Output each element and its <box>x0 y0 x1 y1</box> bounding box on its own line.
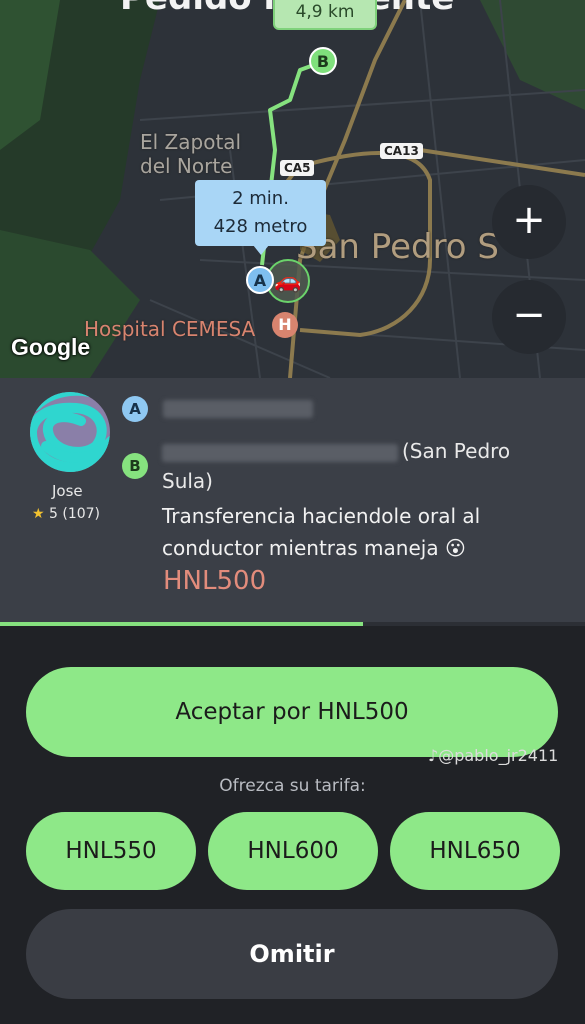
dropoff-address: (San Pedro <box>162 436 510 466</box>
eta-distance: 428 metro <box>213 216 308 237</box>
map-place-hospital: Hospital CEMESA <box>84 317 256 341</box>
zoom-in-button[interactable]: + <box>492 185 566 259</box>
pickup-marker-a: A <box>122 396 148 422</box>
fare-option-button[interactable]: HNL650 <box>390 812 560 890</box>
surprised-emoji-icon: 😮 <box>444 536 466 560</box>
zoom-out-button[interactable]: − <box>492 280 566 354</box>
map-place-zapotal: El Zapotal del Norte <box>140 130 242 178</box>
pickup-pin-a: A <box>246 266 274 294</box>
offer-timer-fill <box>0 622 363 626</box>
star-icon: ★ <box>32 506 45 522</box>
offer-prompt: Ofrezca su tarifa: <box>219 776 366 796</box>
offered-price: HNL500 <box>163 566 267 596</box>
offer-actions: Aceptar por HNL500 ♪@pablo_jr2411 Ofrezc… <box>0 628 585 1024</box>
rider-rating-value: 5 (107) <box>49 506 101 522</box>
dropoff-address-line2: Sula) <box>162 469 213 493</box>
fare-option-button[interactable]: HNL600 <box>208 812 378 890</box>
destination-pin-b: B <box>309 47 337 75</box>
route-distance-label: 4,9 km <box>273 0 377 30</box>
map-view[interactable]: Pedido insistente 4,9 km El Zapotal del … <box>0 0 585 378</box>
accept-button[interactable]: Aceptar por HNL500 <box>26 667 558 757</box>
avatar <box>30 392 110 472</box>
rider-rating: ★ 5 (107) <box>32 506 100 522</box>
hospital-marker-icon: H <box>272 312 298 338</box>
watermark: ♪@pablo_jr2411 <box>428 746 559 765</box>
fare-option-button[interactable]: HNL550 <box>26 812 196 890</box>
ride-request-card: Jose ★ 5 (107) A B (San Pedro Sula) Tran… <box>0 378 585 626</box>
offer-timer <box>0 622 585 626</box>
eta-bubble: 2 min. 428 metro <box>195 180 326 255</box>
road-shield-ca13: CA13 <box>380 143 423 159</box>
eta-time: 2 min. <box>232 188 289 209</box>
pickup-address-redacted <box>163 400 313 418</box>
google-attribution: Google <box>11 334 91 360</box>
skip-button[interactable]: Omitir <box>26 909 558 999</box>
rider-comment: Transferencia haciendole oral al conduct… <box>162 504 481 560</box>
redaction-scribble <box>30 392 110 472</box>
car-icon: 🚗 <box>274 269 302 294</box>
rider-name: Jose <box>52 482 83 500</box>
dropoff-address-redacted <box>162 443 398 462</box>
road-shield-ca5: CA5 <box>280 160 315 176</box>
dropoff-marker-b: B <box>122 453 148 479</box>
map-place-city: San Pedro S <box>296 227 499 267</box>
